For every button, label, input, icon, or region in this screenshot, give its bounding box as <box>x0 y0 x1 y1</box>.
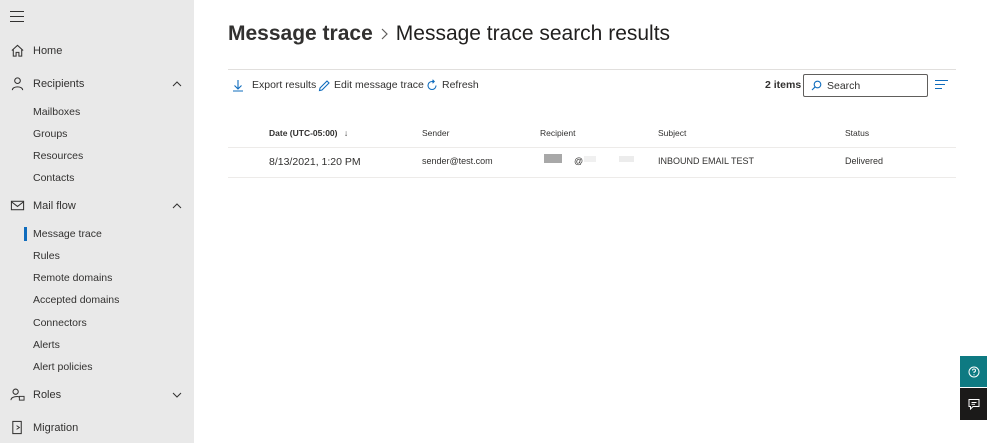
column-header-status[interactable]: Status <box>845 128 869 138</box>
table-divider <box>228 147 956 148</box>
active-indicator <box>24 227 27 241</box>
redacted-block <box>619 156 634 162</box>
sidebar-item-label: Remote domains <box>33 272 113 284</box>
redacted-block <box>544 154 562 163</box>
sidebar-item-resources[interactable]: Resources <box>0 146 194 166</box>
hamburger-menu-icon[interactable] <box>10 11 24 23</box>
refresh-icon <box>427 78 437 90</box>
sidebar-item-label: Message trace <box>33 228 102 240</box>
sidebar-item-alerts[interactable]: Alerts <box>0 335 194 355</box>
sidebar-item-label: Connectors <box>33 317 87 329</box>
sidebar-item-label: Roles <box>33 389 62 401</box>
sidebar-item-label: Migration <box>33 422 79 434</box>
refresh-label: Refresh <box>442 79 479 91</box>
cell-recipient: @ <box>574 156 584 166</box>
search-icon <box>811 80 822 91</box>
chevron-up-icon[interactable] <box>172 79 182 89</box>
sidebar-item-label: Mailboxes <box>33 106 81 118</box>
feedback-button[interactable] <box>960 388 987 420</box>
column-header-sender[interactable]: Sender <box>422 128 449 138</box>
filter-icon[interactable] <box>935 80 948 90</box>
sidebar-item-mailboxes[interactable]: Mailboxes <box>0 102 194 122</box>
breadcrumb-current: Message trace search results <box>395 22 671 45</box>
sidebar-item-mail-flow[interactable]: Mail flow <box>0 195 194 217</box>
redacted-block <box>584 156 596 162</box>
refresh-button[interactable]: Refresh <box>426 77 479 93</box>
sidebar-item-label: Alert policies <box>33 361 93 373</box>
home-icon <box>11 44 24 57</box>
help-button[interactable] <box>960 356 987 387</box>
sidebar-item-label: Recipients <box>33 78 85 90</box>
column-header-subject[interactable]: Subject <box>658 128 686 138</box>
chevron-up-icon[interactable] <box>172 201 182 211</box>
sidebar-item-message-trace[interactable]: Message trace <box>0 224 194 244</box>
sidebar-item-remote-domains[interactable]: Remote domains <box>0 268 194 288</box>
sidebar-item-label: Contacts <box>33 172 75 184</box>
table-divider <box>228 177 956 178</box>
sidebar-item-contacts[interactable]: Contacts <box>0 168 194 188</box>
edit-message-trace-label: Edit message trace <box>334 79 424 91</box>
search-box[interactable] <box>803 74 928 97</box>
roles-icon <box>10 388 25 401</box>
column-header-date[interactable]: Date (UTC-05:00) ↓ <box>269 128 348 138</box>
migration-icon <box>12 420 22 435</box>
person-icon <box>11 77 24 91</box>
sidebar-item-label: Home <box>33 45 63 57</box>
cell-subject: INBOUND EMAIL TEST <box>658 156 755 166</box>
export-results-button[interactable]: Export results <box>232 77 316 93</box>
sidebar-item-label: Accepted domains <box>33 294 120 306</box>
search-input[interactable] <box>827 79 919 92</box>
sort-descending-icon: ↓ <box>343 128 349 138</box>
main-content: Message trace Message trace search resul… <box>194 0 999 443</box>
download-icon <box>233 79 243 92</box>
sidebar-item-rules[interactable]: Rules <box>0 246 194 266</box>
sidebar-item-alert-policies[interactable]: Alert policies <box>0 357 194 377</box>
edit-icon <box>318 79 330 91</box>
items-count: 2 items <box>765 79 802 91</box>
cell-date: 8/13/2021, 1:20 PM <box>269 156 361 168</box>
feedback-icon <box>968 399 979 410</box>
cell-status: Delivered <box>845 156 884 166</box>
sidebar-item-groups[interactable]: Groups <box>0 124 194 144</box>
mail-icon <box>10 200 25 211</box>
edit-message-trace-button[interactable]: Edit message trace <box>318 77 424 93</box>
chevron-down-icon[interactable] <box>172 390 182 400</box>
cell-sender: sender@test.com <box>422 156 493 166</box>
sidebar-item-accepted-domains[interactable]: Accepted domains <box>0 290 194 310</box>
sidebar-item-home[interactable]: Home <box>0 40 194 62</box>
sidebar-item-label: Rules <box>33 250 60 262</box>
column-header-recipient[interactable]: Recipient <box>540 128 575 138</box>
header-divider <box>228 69 956 70</box>
column-header-label: Date (UTC-05:00) <box>269 128 338 138</box>
breadcrumb-root[interactable]: Message trace <box>228 22 373 46</box>
chevron-right-icon <box>381 28 388 40</box>
page-title: Message trace Message trace search resul… <box>228 22 670 46</box>
sidebar-item-label: Alerts <box>33 339 60 351</box>
sidebar: Home Recipients Mailboxes Groups Resourc… <box>0 0 194 443</box>
sidebar-item-migration[interactable]: Migration <box>0 417 194 439</box>
sidebar-item-recipients[interactable]: Recipients <box>0 73 194 95</box>
sidebar-item-label: Resources <box>33 150 84 162</box>
export-results-label: Export results <box>252 79 317 91</box>
sidebar-item-roles[interactable]: Roles <box>0 384 194 406</box>
sidebar-item-connectors[interactable]: Connectors <box>0 313 194 333</box>
help-icon <box>968 366 979 377</box>
sidebar-item-label: Mail flow <box>33 200 76 212</box>
sidebar-item-label: Groups <box>33 128 68 140</box>
